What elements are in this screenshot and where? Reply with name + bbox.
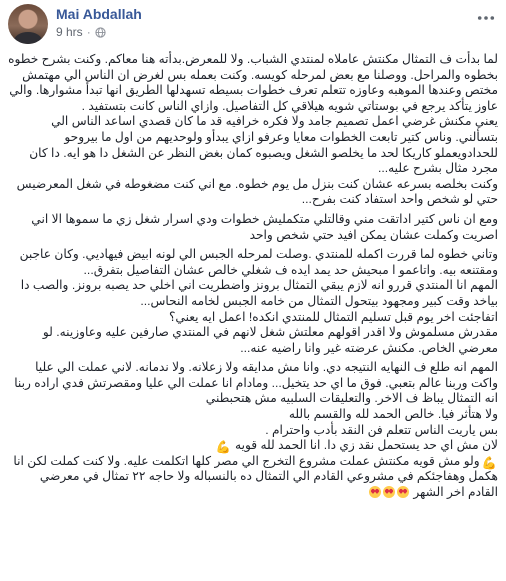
post-paragraph: المهم انه طلع ف النهايه النتيجه دي. وانا… <box>14 360 498 406</box>
heart-eyes-emoji-icon <box>382 486 395 499</box>
globe-icon[interactable] <box>95 26 106 38</box>
more-horizontal-icon[interactable] <box>474 8 498 28</box>
post-line-text: ولو مش قويه مكنتش عملت مشروع التخرج الي … <box>13 453 498 500</box>
post-paragraph: المهم انا المنتدي قررو انه لازم يبقي الت… <box>20 278 498 308</box>
post-meta: 9 hrs · <box>56 25 106 39</box>
post-paragraph: يعني مكنش غرضي اعمل تصميم جامد ولا فكره … <box>29 114 498 176</box>
post-line-text: لان مش اي حد يستحمل نقد زي دا. انا الحمد… <box>235 438 498 453</box>
post-body: لما بدأت ف التمثال مكنتش عاملاه لمنتدي ا… <box>8 52 498 501</box>
heart-eyes-emoji-icon <box>368 486 381 499</box>
facebook-post: Mai Abdallah 9 hrs · لما بدأت ف التمثال … <box>0 0 506 581</box>
post-paragraph: لما بدأت ف التمثال مكنتش عاملاه لمنتدي ا… <box>8 52 498 113</box>
flexed-biceps-icon: 💪 <box>215 440 231 455</box>
post-paragraph: 💪 ولو مش قويه مكنتش عملت مشروع التخرج ال… <box>8 454 498 501</box>
post-paragraph: ومع ان ناس كتير اداتقت مني وقالتلي متكمل… <box>31 211 498 242</box>
author-name[interactable]: Mai Abdallah <box>56 6 142 22</box>
author-avatar[interactable] <box>8 4 48 44</box>
post-paragraph: وكنت بخلصه بسرعه عشان كنت بنزل مل يوم خط… <box>16 176 498 207</box>
post-paragraph: لان مش اي حد يستحمل نقد زي دا. انا الحمد… <box>8 438 498 454</box>
post-timestamp[interactable]: 9 hrs <box>56 25 83 39</box>
post-header: Mai Abdallah 9 hrs · <box>0 0 506 52</box>
post-paragraph: مقدرش مسلموش ولا اقدر اقولهم معلتش شغل ل… <box>42 325 498 355</box>
post-paragraph: ولا هتأثر فيا. خالص الحمد لله والقسم بال… <box>288 407 498 422</box>
heart-eyes-emoji-icon <box>396 486 409 499</box>
post-paragraph: بس ياريت الناس تتعلم فن النقد بأدب واحتر… <box>265 422 498 437</box>
meta-separator: · <box>86 25 91 39</box>
post-paragraph: وتاني خطوه لما قررت اكمله للمنتدي .وصلت … <box>19 247 498 277</box>
flexed-biceps-icon: 💪 <box>481 455 497 470</box>
post-paragraph: اتفاجئت اخر يوم قبل تسليم التمثال للمنتد… <box>168 309 498 324</box>
